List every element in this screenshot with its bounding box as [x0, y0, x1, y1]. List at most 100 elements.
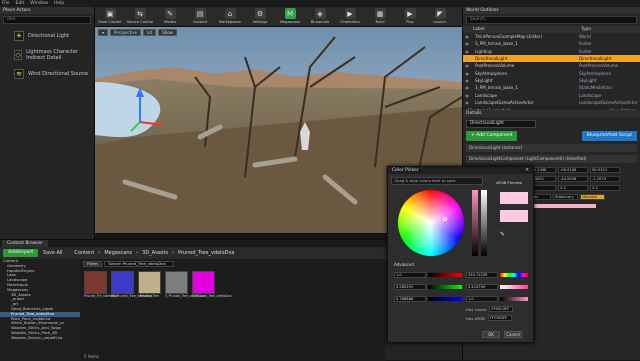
outliner-row[interactable]: ◉ SkyLight SkyLight: [463, 77, 640, 84]
settings-button[interactable]: ⚙ Settings: [245, 7, 275, 26]
outliner-row[interactable]: ◉ 3_PM_terrain_base_1 StaticMeshActor: [463, 84, 640, 91]
asset-search[interactable]: Search Pruned_Tree_vdeloDva: [104, 260, 175, 267]
mobility-stationary[interactable]: Stationary: [553, 193, 578, 200]
show-button[interactable]: Show: [158, 28, 177, 36]
blueprint-script-button[interactable]: Blueprint/Add Script: [581, 131, 637, 141]
asset-tile[interactable]: MI_Pruned_Tree_vdeloDva: [111, 271, 152, 299]
asset-tile[interactable]: Pruned_Tre_vdeloDva: [84, 271, 118, 299]
build-button[interactable]: ▦ Build: [365, 7, 395, 26]
asset-tile[interactable]: S_Pruned_Tree_vdeloDva: [165, 271, 205, 299]
menu-help[interactable]: Help: [54, 1, 64, 6]
blue-slider[interactable]: [428, 297, 462, 301]
hue-field[interactable]: 334.72239: [466, 272, 498, 278]
ok-button[interactable]: OK: [482, 331, 500, 338]
rotation-y[interactable]: -44.5946: [558, 175, 588, 182]
lit-button[interactable]: Lit: [143, 28, 157, 36]
menu-file[interactable]: File: [2, 1, 10, 6]
place-actors-search[interactable]: dire: [3, 16, 91, 24]
eye-icon[interactable]: ◉: [463, 100, 471, 105]
hex-linear-field[interactable]: FF95C4FF: [489, 306, 514, 312]
eye-icon[interactable]: ◉: [463, 93, 471, 98]
col-type[interactable]: Type: [581, 27, 591, 32]
scale-z[interactable]: 2.5: [590, 184, 620, 191]
mobility-movable[interactable]: Movable: [580, 193, 605, 200]
srgb-preview-label[interactable]: sRGB Preview: [496, 180, 522, 185]
eye-icon[interactable]: ◉: [463, 63, 471, 68]
save-all-button[interactable]: Save All: [43, 251, 62, 256]
color-wheel-handle[interactable]: [443, 217, 447, 221]
filters-button[interactable]: Filters: [83, 260, 103, 267]
play-button[interactable]: ▶ Play: [395, 7, 425, 26]
value-hsv-slider[interactable]: [500, 297, 528, 301]
scale-y[interactable]: 2.5: [558, 184, 588, 191]
content-button[interactable]: ▤ Content: [185, 7, 215, 26]
green-slider[interactable]: [428, 285, 462, 289]
marketplace-button[interactable]: ⌂ Marketplace: [215, 7, 245, 26]
red-slider[interactable]: [428, 273, 462, 277]
blue-field[interactable]: 0.768886: [394, 296, 426, 302]
outliner-row[interactable]: ◉ Landscape Landscape: [463, 91, 640, 98]
eye-icon[interactable]: ◉: [463, 71, 471, 76]
eye-icon[interactable]: ◉: [463, 41, 471, 46]
launch-button[interactable]: ◤ Launch: [425, 7, 455, 26]
asset-tile[interactable]: T_Pruned_Tree_vdeloDva: [192, 271, 232, 299]
eyedropper-icon[interactable]: ✎: [500, 231, 505, 238]
menu-window[interactable]: Window: [30, 1, 48, 6]
cancel-button[interactable]: Cancel: [504, 331, 522, 338]
location-y[interactable]: -96.9146: [558, 166, 588, 173]
breadcrumb-megascans[interactable]: Megascans: [104, 250, 132, 256]
outliner-row[interactable]: ◉ DirectionalLight DirectionalLight: [463, 54, 640, 63]
advanced-toggle[interactable]: Advanced: [394, 262, 414, 267]
location-z[interactable]: 90.9124: [590, 166, 620, 173]
color-swatch-drop[interactable]: Drag & drop colors here to save: [391, 177, 483, 185]
blueprints-button[interactable]: ◈ Blueprints: [305, 7, 335, 26]
outliner-row[interactable]: ◉ SkyAtmosphere SkyAtmosphere: [463, 69, 640, 76]
alpha-slider[interactable]: [481, 190, 487, 256]
source-control-button[interactable]: ⇆ Source Control: [125, 7, 155, 26]
actor-name-field[interactable]: DirectionalLight: [466, 120, 536, 128]
cinematics-button[interactable]: ▶ Cinematics: [335, 7, 365, 26]
outliner-search[interactable]: Search...: [466, 16, 637, 24]
add-import-button[interactable]: Add/Import: [3, 249, 39, 257]
light-color-swatch[interactable]: [526, 203, 596, 208]
value-slider[interactable]: [472, 190, 478, 256]
tab-content-browser[interactable]: Content Browser: [2, 240, 48, 247]
rotation-z[interactable]: -1.2079: [590, 175, 620, 182]
breadcrumb-content[interactable]: Content: [74, 250, 94, 256]
place-item-wind[interactable]: ≋ Wind Directional Source: [0, 66, 94, 81]
hex-srgb-field[interactable]: FFC9E2FF: [487, 315, 512, 321]
outliner-row[interactable]: ◉ PostProcessVolume PostProcessVolume: [463, 62, 640, 69]
folder-tree-item[interactable]: Wooden_Branch_uepbfh1w: [0, 335, 80, 341]
perspective-button[interactable]: Perspective: [110, 28, 142, 36]
add-component-button[interactable]: + Add Component: [466, 131, 518, 141]
eye-icon[interactable]: ◉: [463, 34, 471, 39]
eye-icon[interactable]: ◉: [463, 49, 471, 54]
outliner-row[interactable]: ◉ LandscapeGizmoActiveActor LandscapeGizmo…: [463, 99, 640, 106]
value-field[interactable]: 1.0: [466, 296, 498, 302]
component-inherited[interactable]: DirectionalLightComponent (LightComponen…: [466, 155, 637, 163]
hue-slider[interactable]: [500, 273, 528, 277]
asset-tile[interactable]: Pruned_Tree: [138, 271, 161, 299]
outliner-row[interactable]: ◉ ThirdPersonExampleMap (Editor) World: [463, 33, 640, 40]
red-field[interactable]: 1.0: [394, 272, 426, 278]
megascans-button[interactable]: M Megascans: [275, 7, 305, 26]
place-item-lightmass[interactable]: ◇ Lightmass Character Indirect Detail: [0, 47, 94, 62]
eye-icon[interactable]: ◉: [463, 85, 471, 90]
col-label[interactable]: Label: [473, 27, 581, 32]
place-item-directional-light[interactable]: ☀ Directional Light: [0, 28, 94, 43]
saturation-slider[interactable]: [500, 285, 528, 289]
viewport-options-button[interactable]: ▾: [98, 28, 109, 36]
save-current-button[interactable]: ▣ Save Current: [95, 7, 125, 26]
saturation-field[interactable]: 0.414709: [466, 284, 498, 290]
outliner-row[interactable]: ◉ Lighting Folder: [463, 48, 640, 55]
modes-button[interactable]: ✎ Modes: [155, 7, 185, 26]
outliner-row[interactable]: ◉ 3_PM_terrain_base_1 Folder: [463, 40, 640, 47]
eye-icon[interactable]: ◉: [463, 78, 471, 83]
green-field[interactable]: 0.585291: [394, 284, 426, 290]
breadcrumb-3d-assets[interactable]: 3D_Assets: [142, 250, 168, 256]
breadcrumb-pruned-tree[interactable]: Pruned_Tree_vdeloDva: [178, 250, 235, 256]
component-instance[interactable]: DirectionalLight (Instance): [466, 144, 637, 152]
close-icon[interactable]: ✕: [525, 168, 529, 173]
color-wheel[interactable]: [398, 190, 464, 256]
eye-icon[interactable]: ◉: [463, 56, 471, 61]
